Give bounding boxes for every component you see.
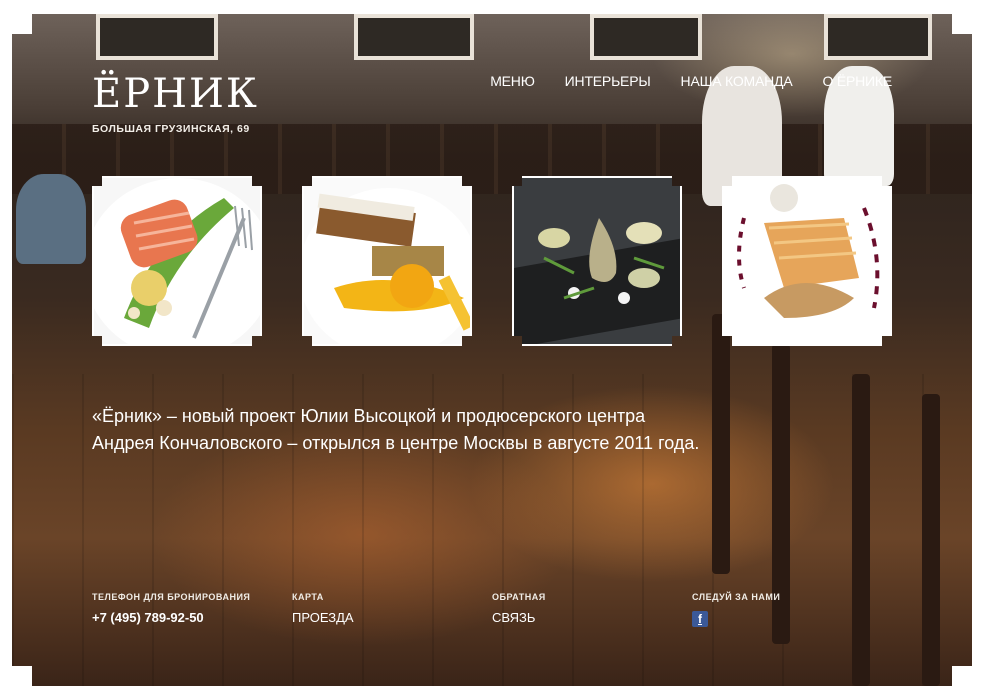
feedback-link[interactable]: СВЯЗЬ xyxy=(492,610,692,625)
map-block: КАРТА ПРОЕЗДА xyxy=(292,592,492,628)
bar-stool xyxy=(852,374,870,686)
wall-pictures xyxy=(12,14,972,66)
social-block: СЛЕДУЙ ЗА НАМИ f xyxy=(692,592,892,628)
site-logo[interactable]: ЁРНИК xyxy=(92,72,259,116)
dish-photo-salmon[interactable] xyxy=(92,176,262,346)
dish-gallery xyxy=(92,176,892,346)
restaurant-address: БОЛЬШАЯ ГРУЗИНСКАЯ, 69 xyxy=(92,123,250,135)
nav-item-team[interactable]: НАША КОМАНДА xyxy=(681,73,793,89)
map-label: КАРТА xyxy=(292,592,324,602)
page-frame: ЁРНИК БОЛЬШАЯ ГРУЗИНСКАЯ, 69 МЕНЮ ИНТЕРЬ… xyxy=(12,14,972,686)
dessert-dish-image xyxy=(304,188,470,344)
nav-item-interiors[interactable]: ИНТЕРЬЕРЫ xyxy=(565,73,651,89)
dish-photo-dessert[interactable] xyxy=(302,176,472,346)
booking-phone-label: ТЕЛЕФОН ДЛЯ БРОНИРОВАНИЯ xyxy=(92,592,251,602)
wall-picture xyxy=(824,14,932,60)
main-nav: МЕНЮ ИНТЕРЬЕРЫ НАША КОМАНДА О ЁРНИКЕ xyxy=(490,73,892,89)
feedback-label: ОБРАТНАЯ xyxy=(492,592,546,602)
salmon-dish-image xyxy=(94,178,260,344)
dish-photo-artichoke[interactable] xyxy=(512,176,682,346)
follow-us-label: СЛЕДУЙ ЗА НАМИ xyxy=(692,592,781,602)
bar-stool xyxy=(922,394,940,686)
guest-figure xyxy=(16,174,86,264)
wall-picture xyxy=(590,14,702,60)
wall-picture xyxy=(96,14,218,60)
fish-dish-image xyxy=(724,184,890,344)
wall-picture xyxy=(354,14,474,60)
map-link[interactable]: ПРОЕЗДА xyxy=(292,610,492,625)
intro-text: «Ёрник» – новый проект Юлии Высоцкой и п… xyxy=(92,406,700,453)
site-footer: ТЕЛЕФОН ДЛЯ БРОНИРОВАНИЯ +7 (495) 789-92… xyxy=(92,592,892,628)
booking-phone-number: +7 (495) 789-92-50 xyxy=(92,610,204,625)
booking-phone-block: ТЕЛЕФОН ДЛЯ БРОНИРОВАНИЯ +7 (495) 789-92… xyxy=(92,592,292,628)
facebook-icon[interactable]: f xyxy=(692,611,708,627)
nav-item-menu[interactable]: МЕНЮ xyxy=(490,73,535,89)
bar-stool xyxy=(712,314,730,574)
nav-item-about[interactable]: О ЁРНИКЕ xyxy=(822,73,892,89)
artichoke-dish-image xyxy=(514,178,680,344)
dish-photo-fish[interactable] xyxy=(722,176,892,346)
feedback-block: ОБРАТНАЯ СВЯЗЬ xyxy=(492,592,692,628)
